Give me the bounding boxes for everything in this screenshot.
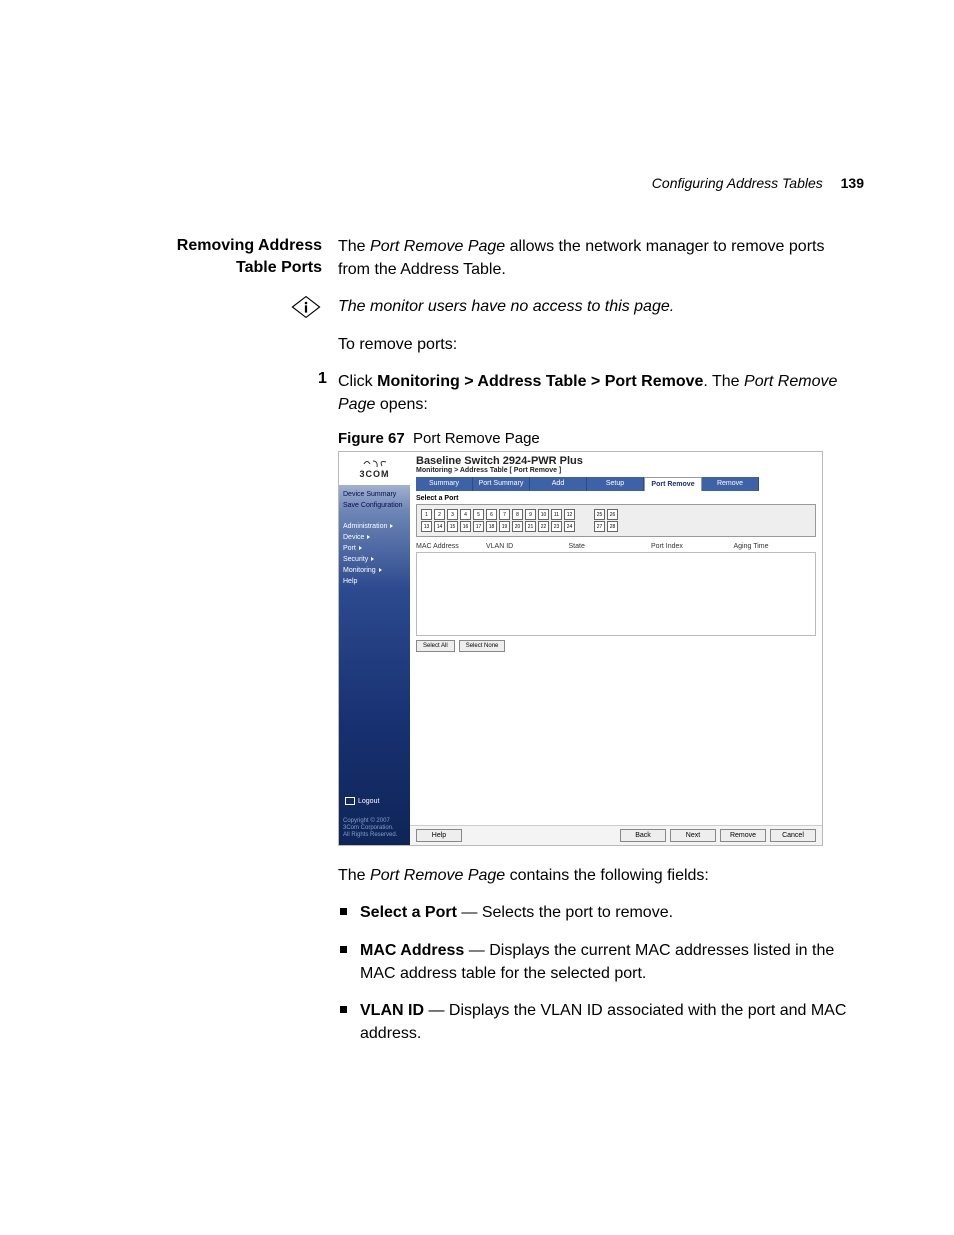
select-port-panel: Select a Port 123456789101112 1314151617… [416,495,816,537]
info-icon [290,294,322,320]
port-25[interactable]: 25 [594,509,605,520]
field-vlan-id: VLAN ID — Displays the VLAN ID associate… [338,999,858,1045]
port-26[interactable]: 26 [607,509,618,520]
sidebar-item-device-summary[interactable]: Device Summary [343,489,406,500]
tab-port-remove[interactable]: Port Remove [644,477,702,491]
port-1[interactable]: 1 [421,509,432,520]
sidebar-item-administration[interactable]: Administration [343,521,406,532]
device-title: Baseline Switch 2924-PWR Plus [410,452,822,467]
sidebar-secondary: Administration Device Port Security Moni… [339,517,410,591]
access-note: The monitor users have no access to this… [338,295,858,318]
page-number: 139 [841,175,864,191]
port-19[interactable]: 19 [499,521,510,532]
footer-bar: Help Back Next Remove Cancel [410,825,822,845]
port-grid-ext1: 2526 [594,509,619,520]
col-mac: MAC Address [416,543,486,550]
port-4[interactable]: 4 [460,509,471,520]
port-11[interactable]: 11 [551,509,562,520]
port-27[interactable]: 27 [594,521,605,532]
port-13[interactable]: 13 [421,521,432,532]
field-mac-address: MAC Address — Displays the current MAC a… [338,939,858,985]
port-grid-row2: 131415161718192021222324 [421,521,576,532]
select-port-label: Select a Port [416,495,816,502]
running-header-text: Configuring Address Tables [652,175,823,191]
sidebar-primary: Device Summary Save Configuration [339,485,410,515]
port-14[interactable]: 14 [434,521,445,532]
port-selector: 123456789101112 131415161718192021222324… [416,504,816,537]
to-remove-lead: To remove ports: [338,333,858,356]
next-button[interactable]: Next [670,829,716,842]
tab-remove[interactable]: Remove [702,477,759,491]
port-22[interactable]: 22 [538,521,549,532]
sidebar-item-security[interactable]: Security [343,554,406,565]
term-port-remove-page: Port Remove Page [370,238,505,255]
col-state: State [569,543,652,550]
back-button[interactable]: Back [620,829,666,842]
port-28[interactable]: 28 [607,521,618,532]
remove-button[interactable]: Remove [720,829,766,842]
tab-add[interactable]: Add [530,477,587,491]
logout-link[interactable]: Logout [345,797,379,805]
sidebar-item-help[interactable]: Help [343,576,406,587]
sidebar-item-device[interactable]: Device [343,532,406,543]
port-10[interactable]: 10 [538,509,549,520]
copyright: Copyright © 2007 3Com Corporation. All R… [343,818,397,840]
cancel-button[interactable]: Cancel [770,829,816,842]
figure-screenshot: 3COM Device Summary Save Configuration A… [338,451,823,846]
col-aging: Aging Time [734,543,817,550]
breadcrumb: Monitoring > Address Table [ Port Remove… [410,467,822,477]
port-3[interactable]: 3 [447,509,458,520]
port-6[interactable]: 6 [486,509,497,520]
port-12[interactable]: 12 [564,509,575,520]
sidebar-item-port[interactable]: Port [343,543,406,554]
port-8[interactable]: 8 [512,509,523,520]
port-9[interactable]: 9 [525,509,536,520]
port-5[interactable]: 5 [473,509,484,520]
port-15[interactable]: 15 [447,521,458,532]
tab-port-summary[interactable]: Port Summary [473,477,530,491]
port-18[interactable]: 18 [486,521,497,532]
help-button[interactable]: Help [416,829,462,842]
port-7[interactable]: 7 [499,509,510,520]
selection-buttons: Select All Select None [416,640,816,652]
port-16[interactable]: 16 [460,521,471,532]
intro-paragraph: The Port Remove Page allows the network … [338,235,858,281]
port-23[interactable]: 23 [551,521,562,532]
section-title-line1: Removing Address [177,237,322,254]
col-vlan: VLAN ID [486,543,569,550]
tab-setup[interactable]: Setup [587,477,644,491]
tab-summary[interactable]: Summary [416,477,473,491]
running-header: Configuring Address Tables 139 [652,175,864,191]
field-list: Select a Port — Selects the port to remo… [338,901,858,1045]
select-none-button[interactable]: Select None [459,640,506,652]
main-panel: Baseline Switch 2924-PWR Plus Monitoring… [410,452,822,845]
select-all-button[interactable]: Select All [416,640,455,652]
port-24[interactable]: 24 [564,521,575,532]
sidebar: 3COM Device Summary Save Configuration A… [339,452,410,845]
tab-bar: Summary Port Summary Add Setup Port Remo… [410,477,822,491]
port-2[interactable]: 2 [434,509,445,520]
section-title-line2: Table Ports [236,259,322,276]
step-1: 1 Click Monitoring > Address Table > Por… [318,370,858,846]
table-body [416,552,816,636]
table-header: MAC Address VLAN ID State Port Index Agi… [416,543,816,550]
fields-lead: The Port Remove Page contains the follow… [338,864,858,887]
sidebar-item-save-config[interactable]: Save Configuration [343,500,406,511]
port-17[interactable]: 17 [473,521,484,532]
port-grid-ext2: 2728 [594,521,619,532]
port-grid-row1: 123456789101112 [421,509,576,520]
sidebar-item-monitoring[interactable]: Monitoring [343,565,406,576]
port-21[interactable]: 21 [525,521,536,532]
section-title: Removing Address Table Ports [90,235,322,278]
port-20[interactable]: 20 [512,521,523,532]
figure-caption: Figure 67 Port Remove Page [338,430,858,447]
step-number: 1 [318,370,327,388]
col-port-index: Port Index [651,543,734,550]
field-select-port: Select a Port — Selects the port to remo… [338,901,858,924]
brand-logo: 3COM [339,452,410,485]
nav-path: Monitoring > Address Table > Port Remove [377,373,703,390]
